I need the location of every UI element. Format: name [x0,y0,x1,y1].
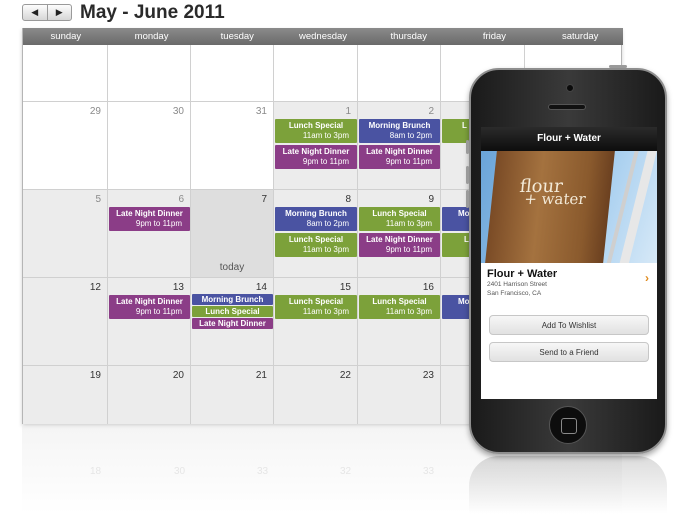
volume-up-button [466,166,469,184]
reflection-number: 32 [340,466,352,477]
screen-title: Flour + Water [481,127,657,151]
event-late-night-dinner[interactable]: Late Night Dinner 9pm to 11pm [275,145,357,169]
send-to-friend-button[interactable]: Send to a Friend [489,342,649,362]
event-late-night-dinner[interactable]: Late Night Dinner 9pm to 11pm [109,295,190,319]
add-to-wishlist-button[interactable]: Add To Wishlist [489,315,649,335]
event-late-night-dinner[interactable]: Late Night Dinner 9pm to 11pm [359,233,440,257]
day-cell[interactable]: 16 [358,278,441,366]
day-cell[interactable] [274,45,358,102]
day-number: 21 [255,370,267,381]
day-number: 6 [178,194,184,205]
event-lunch-special[interactable]: Lunch Special 11am to 3pm [275,119,357,143]
day-number: 29 [89,106,101,117]
day-cell[interactable] [358,45,441,102]
day-number: 14 [255,282,267,293]
event-lunch-special[interactable]: Lunch Special 11am to 3pm [359,207,440,231]
prev-month-button[interactable]: ◀ [23,5,47,20]
day-cell[interactable]: 31 [191,102,274,190]
day-number: 30 [172,106,184,117]
reflection-number: 30 [174,466,186,477]
venue-info-row[interactable]: Flour + Water 2401 Harrison Street San F… [481,263,657,305]
venue-street: 2401 Harrison Street [487,281,547,288]
day-cell[interactable]: 13 [108,278,191,366]
weekday-label: saturday [561,31,599,42]
left-arrow-icon: ◀ [31,7,39,17]
day-cell[interactable] [23,45,108,102]
day-number: 2 [428,106,434,117]
day-number: 12 [89,282,101,293]
event-lunch-special[interactable]: Lunch Special 11am to 3pm [359,295,440,319]
day-number: 19 [89,370,101,381]
speaker-grille [548,104,586,110]
weekday-label: friday [482,31,507,42]
event-lunch-special[interactable]: Lunch Special 11am to 3pm [275,295,357,319]
day-cell[interactable]: 5 [23,190,108,278]
event-morning-brunch[interactable]: Morning Brunch 8am to 2pm [359,119,440,143]
day-cell[interactable]: 29 [23,102,108,190]
day-cell[interactable]: 23 [358,366,441,424]
day-cell[interactable]: 12 [23,278,108,366]
day-number: 8 [345,194,351,205]
day-cell[interactable]: 30 [108,102,191,190]
weekday-label: wednesday [298,31,348,42]
event-morning-brunch[interactable]: Morning Brunch 8am to 2pm [275,207,357,231]
day-cell[interactable] [108,45,191,102]
iphone-device: Flour + Water flour + water Flour + Wate… [466,65,667,454]
event-morning-brunch[interactable]: Morning Brunch [192,294,273,305]
day-cell[interactable]: 6 [108,190,191,278]
reflection-number: 18 [90,466,102,477]
day-number: 15 [339,282,351,293]
calendar-title: May - June 2011 [80,2,225,23]
weekday-label: sunday [50,31,82,42]
weekday-label: thursday [390,31,427,42]
weekday-label: tuesday [220,31,254,42]
day-cell[interactable]: 15 [274,278,358,366]
event-lunch-special[interactable]: Lunch Special [192,306,273,317]
day-number: 13 [172,282,184,293]
day-number: 22 [339,370,351,381]
day-number: 16 [422,282,434,293]
day-number: 5 [95,194,101,205]
event-late-night-dinner[interactable]: Late Night Dinner [192,318,273,329]
event-late-night-dinner[interactable]: Late Night Dinner 9pm to 11pm [359,145,440,169]
power-button [609,65,627,68]
day-cell[interactable] [191,45,274,102]
venue-city: San Francisco, CA [487,290,542,297]
day-number: 7 [261,194,267,205]
month-nav: ◀ ▶ [22,4,72,21]
venue-photo: flour + water [481,151,657,263]
weekday-header: sunday monday tuesday wednesday thursday… [23,28,623,45]
event-lunch-special[interactable]: Lunch Special 11am to 3pm [275,233,357,257]
reflection-number: 33 [423,466,435,477]
day-cell[interactable]: 19 [23,366,108,424]
day-cell-today[interactable]: 7 today [191,190,274,278]
day-cell[interactable]: 21 [191,366,274,424]
next-month-button[interactable]: ▶ [46,5,72,20]
front-camera-icon [566,84,574,92]
event-late-night-dinner[interactable]: Late Night Dinner 9pm to 11pm [109,207,190,231]
phone-reflection [469,456,667,514]
phone-screen: Flour + Water flour + water Flour + Wate… [481,127,657,399]
day-number: 20 [172,370,184,381]
reflection-number: 33 [257,466,269,477]
sign-lettering: flour + water [518,176,587,208]
weekday-label: monday [134,31,169,42]
day-number: 9 [428,194,434,205]
day-number: 23 [422,370,434,381]
venue-name: Flour + Water [487,268,558,280]
volume-down-button [466,190,469,208]
today-label: today [219,262,245,273]
mute-switch [466,140,469,154]
right-arrow-icon: ▶ [55,7,63,17]
chevron-right-icon: › [645,271,649,285]
home-button[interactable] [549,406,587,444]
day-cell[interactable]: 22 [274,366,358,424]
day-number: 1 [345,106,351,117]
day-number: 31 [255,106,267,117]
day-cell[interactable]: 20 [108,366,191,424]
